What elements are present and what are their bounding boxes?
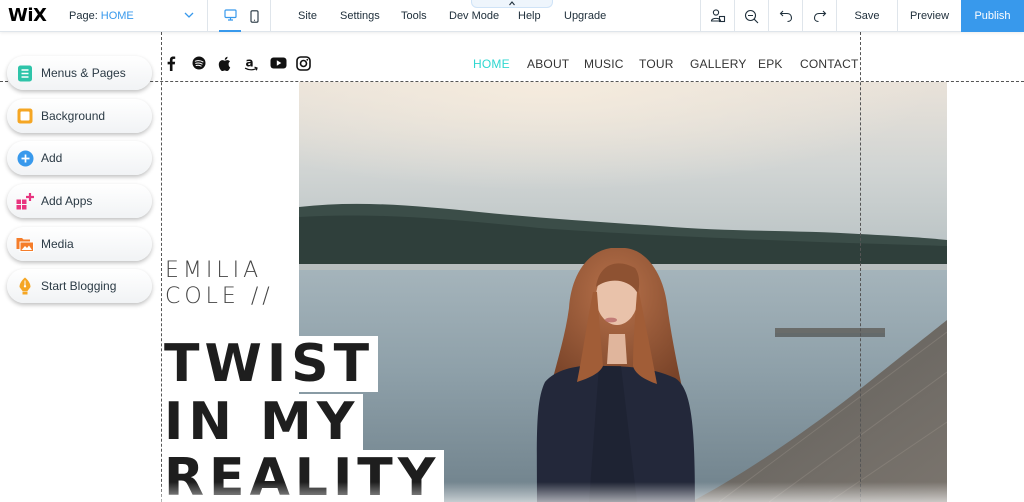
- pages-icon: [16, 64, 34, 82]
- zoom-out-button[interactable]: [734, 0, 768, 32]
- desktop-icon: [223, 9, 237, 21]
- add-label: Add: [41, 151, 63, 166]
- menus-pages-label: Menus & Pages: [41, 66, 126, 80]
- undo-icon: [779, 10, 792, 23]
- page-selector-label: Page:: [69, 10, 98, 22]
- editor-add-panel: Menus & Pages Background Add Add Apps Me…: [7, 56, 152, 312]
- pen-nib-icon: [16, 277, 34, 295]
- hero-image[interactable]: [299, 82, 947, 502]
- desktop-view-button[interactable]: [219, 0, 241, 32]
- nav-gallery[interactable]: GALLERY: [690, 57, 747, 71]
- nav-tour[interactable]: TOUR: [639, 57, 674, 71]
- people-icon: [710, 9, 725, 23]
- editor-canvas[interactable]: a HOME ABOUT MUSIC TOUR GALLERY EPK CONT…: [0, 32, 1024, 502]
- headline-line-1[interactable]: TWIST: [162, 336, 379, 392]
- start-blogging-button[interactable]: Start Blogging: [7, 269, 152, 304]
- plus-circle-icon: [16, 149, 34, 167]
- menu-upgrade[interactable]: Upgrade: [564, 0, 606, 32]
- site-nav: HOME ABOUT MUSIC TOUR GALLERY EPK CONTAC…: [0, 57, 1024, 73]
- artist-name-line-1: EMILIA: [165, 258, 263, 283]
- media-label: Media: [41, 236, 74, 251]
- chevron-up-icon: [509, 1, 515, 6]
- nav-contact[interactable]: CONTACT: [800, 57, 859, 71]
- mobile-view-button[interactable]: [243, 0, 265, 32]
- publish-button[interactable]: Publish: [961, 0, 1024, 32]
- save-button[interactable]: Save: [836, 0, 897, 32]
- toolbar-divider: [270, 0, 271, 32]
- media-button[interactable]: Media: [7, 226, 152, 261]
- preview-button[interactable]: Preview: [897, 0, 961, 32]
- add-button[interactable]: Add: [7, 141, 152, 176]
- nav-epk[interactable]: EPK: [758, 57, 783, 71]
- menu-settings[interactable]: Settings: [340, 0, 380, 32]
- chevron-down-icon: [184, 12, 194, 18]
- apps-icon: [16, 192, 34, 210]
- headline-line-2[interactable]: IN MY: [162, 394, 364, 450]
- artist-name[interactable]: EMILIA COLE //: [165, 258, 274, 310]
- background-label: Background: [41, 108, 106, 123]
- background-icon: [16, 107, 34, 125]
- nav-home[interactable]: HOME: [473, 57, 510, 71]
- roles-button[interactable]: [700, 0, 734, 32]
- media-icon: [16, 235, 34, 253]
- header-guide-line: [0, 81, 1024, 82]
- page-selector-value: HOME: [100, 10, 134, 22]
- artist-name-line-2: COLE //: [165, 284, 274, 309]
- redo-button[interactable]: [802, 0, 836, 32]
- menu-site[interactable]: Site: [298, 0, 317, 32]
- start-blogging-label: Start Blogging: [41, 279, 117, 294]
- background-button[interactable]: Background: [7, 98, 152, 133]
- nav-music[interactable]: MUSIC: [584, 57, 624, 71]
- menus-pages-button[interactable]: Menus & Pages: [7, 56, 152, 90]
- menu-tools[interactable]: Tools: [401, 0, 427, 32]
- add-apps-label: Add Apps: [41, 194, 93, 209]
- collapse-toolbar-handle[interactable]: [471, 0, 553, 8]
- redo-icon: [813, 10, 826, 23]
- zoom-out-icon: [744, 9, 759, 23]
- mobile-icon: [249, 9, 259, 23]
- add-apps-button[interactable]: Add Apps: [7, 184, 152, 219]
- right-guide-line: [860, 32, 861, 502]
- wix-logo[interactable]: WiX: [8, 5, 47, 26]
- nav-about[interactable]: ABOUT: [527, 57, 569, 71]
- undo-button[interactable]: [768, 0, 802, 32]
- woman-by-lake-photo: [299, 82, 947, 502]
- page-selector[interactable]: Page: HOME: [56, 0, 208, 32]
- left-guide-line: [161, 32, 162, 502]
- canvas-bottom-fade: [0, 482, 1024, 502]
